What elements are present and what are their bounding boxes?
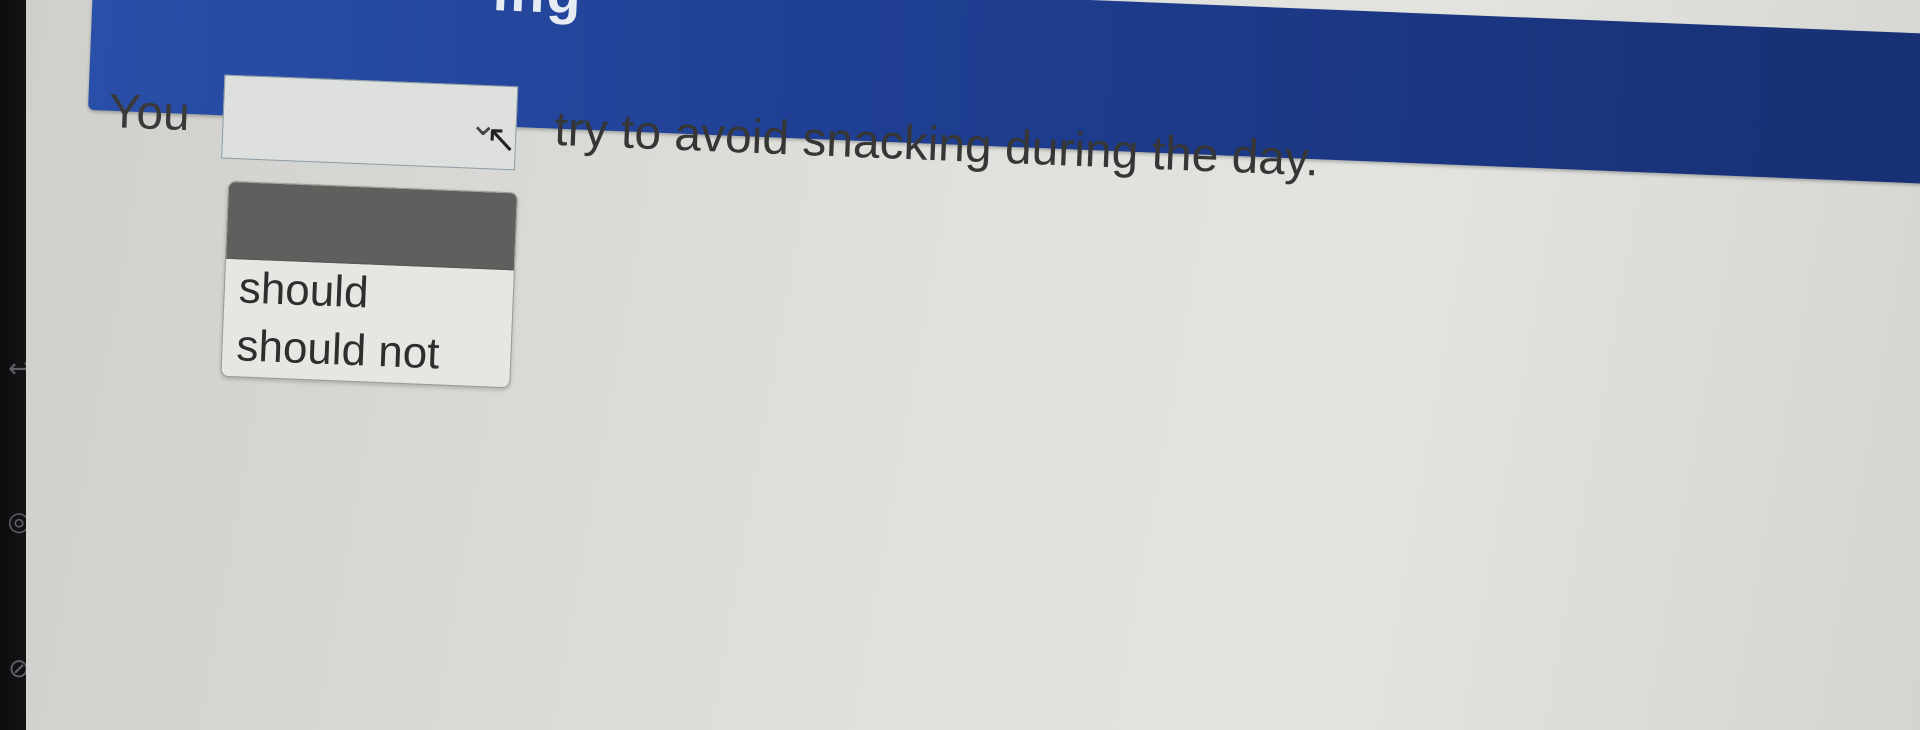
page-title: ing xyxy=(492,0,585,27)
answer-select[interactable]: ⌄ ↖ xyxy=(221,74,519,171)
dropdown-option-should-not[interactable]: should not xyxy=(221,317,511,387)
screen: ing You ⌄ ↖ try to avoid snacking during… xyxy=(26,0,1920,730)
mouse-pointer-icon: ↖ xyxy=(484,116,518,162)
sentence-prefix: You xyxy=(107,84,191,142)
dropdown-option-blank[interactable] xyxy=(226,181,517,271)
select-dropdown-list[interactable]: should should not xyxy=(220,180,518,389)
